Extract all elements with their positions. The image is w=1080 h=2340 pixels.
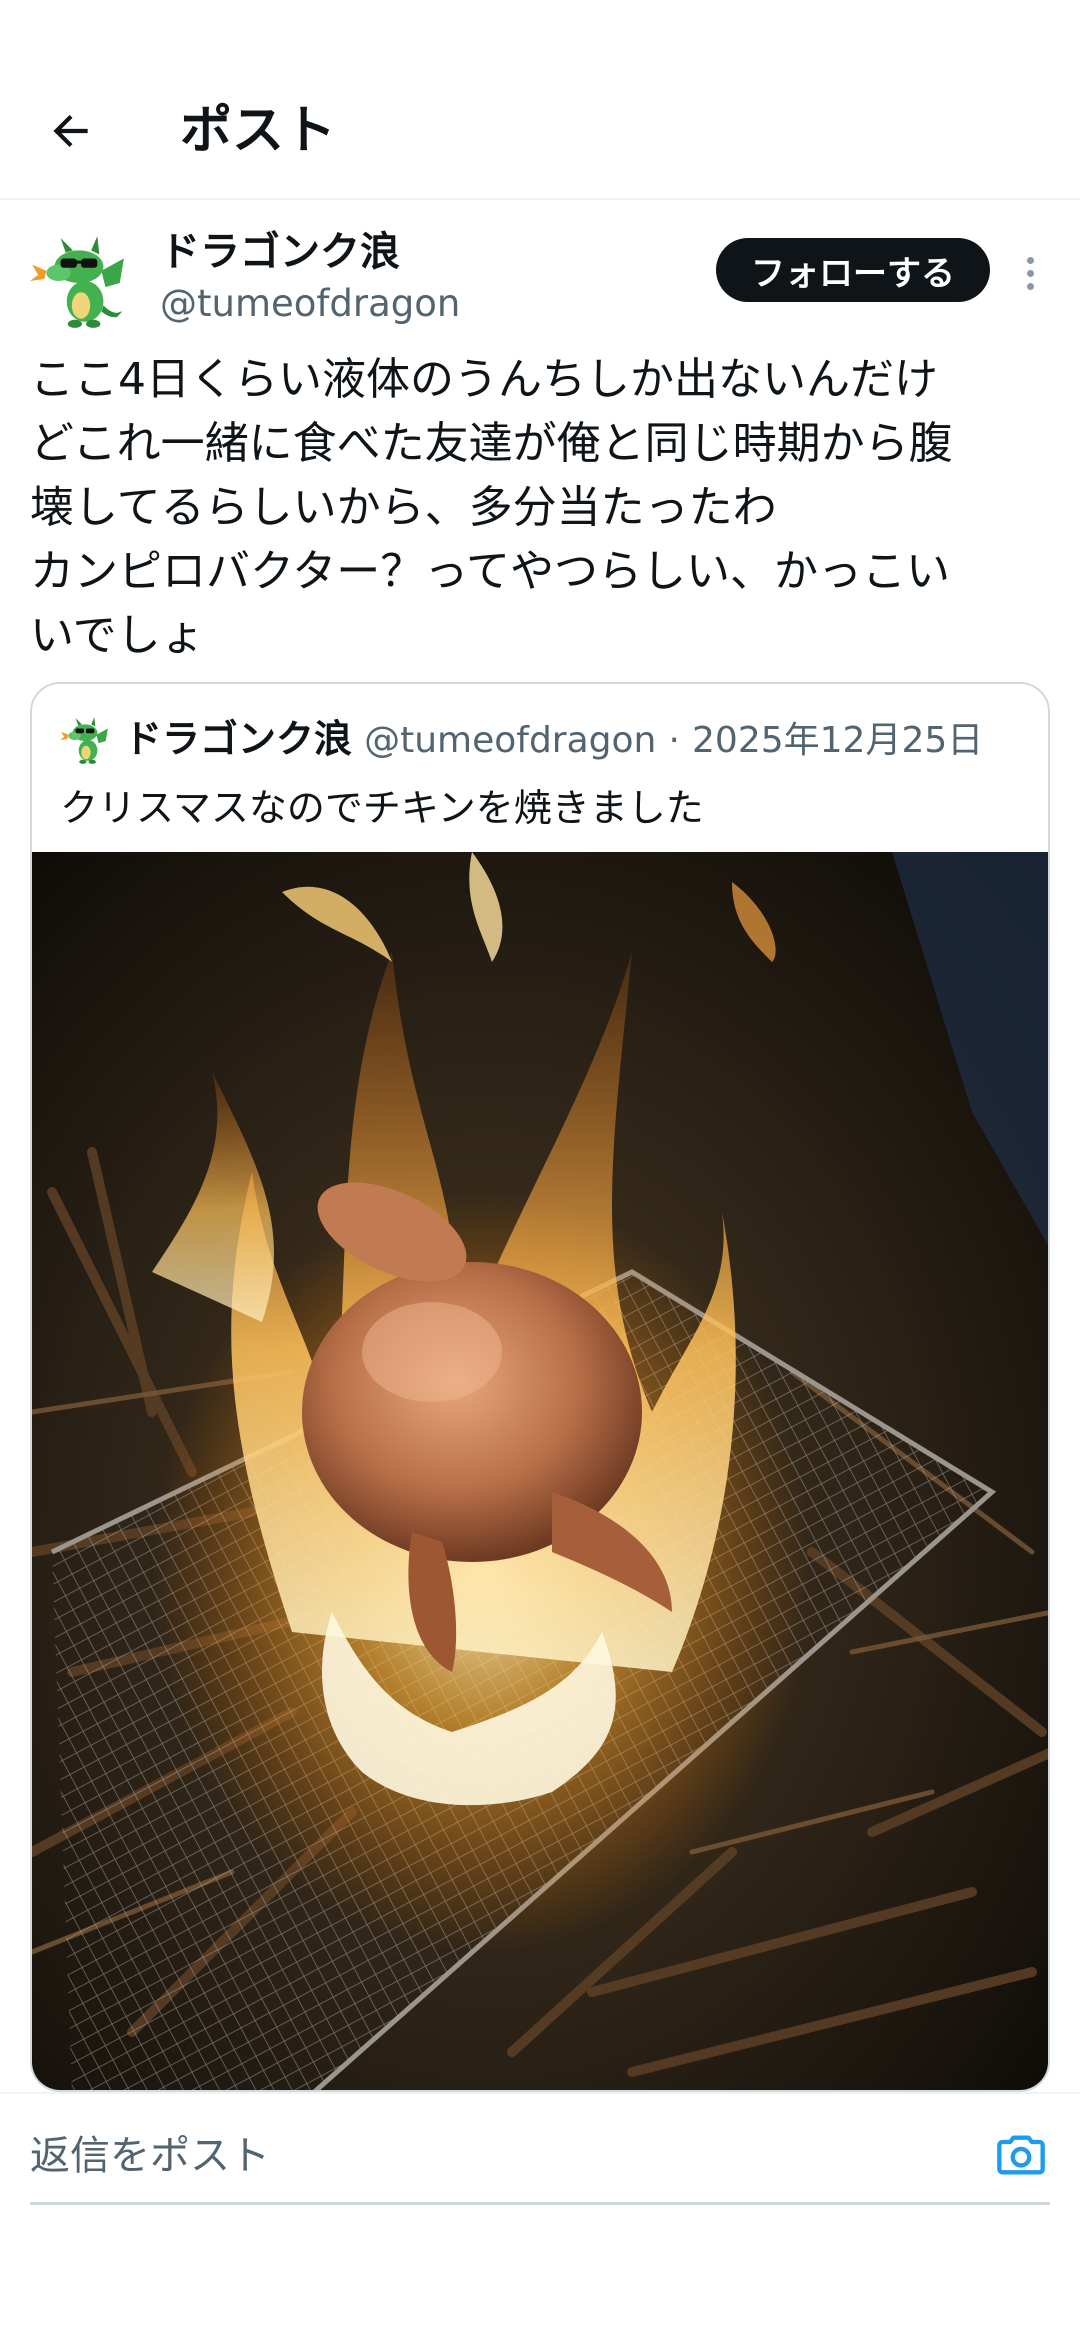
reply-underline <box>30 2202 1050 2205</box>
post-text-line: いでしょ <box>30 610 205 661</box>
dragon-avatar-icon <box>60 714 112 766</box>
quoted-date: 2025年12月25日 <box>692 720 984 761</box>
vertical-dots-icon <box>1026 256 1034 264</box>
post-text-line: カンピロバクター？ってやつらしい、かっこい <box>30 546 951 597</box>
avatar[interactable] <box>30 230 132 332</box>
quoted-text: クリスマスなのでチキンを焼きました <box>60 786 704 830</box>
post-text-line: ここ4日くらい液体のうんちしか出ないんだけ <box>30 354 938 405</box>
more-options-button[interactable] <box>1010 248 1050 298</box>
author-display-name[interactable]: ドラゴンク浪 <box>160 226 400 278</box>
quoted-display-name: ドラゴンク浪 <box>124 717 353 761</box>
arrow-left-icon <box>53 114 88 148</box>
quoted-avatar <box>60 714 112 766</box>
post-body: ここ4日くらい液体のうんちしか出ないんだけ どこれ一緒に食べた友達が俺と同じ時期… <box>30 348 1050 668</box>
vertical-dots-icon <box>1026 282 1034 290</box>
campfire-chicken-photo <box>32 852 1048 2090</box>
camera-button[interactable] <box>990 2124 1052 2186</box>
vertical-dots-icon <box>1026 269 1034 277</box>
quoted-header: ドラゴンク浪 @tumeofdragon · 2025年12月25日 <box>124 708 983 772</box>
follow-button[interactable]: フォローする <box>716 238 990 302</box>
quoted-separator: · <box>668 720 680 761</box>
quoted-post[interactable]: ドラゴンク浪 @tumeofdragon · 2025年12月25日 クリスマス… <box>30 682 1050 2092</box>
camera-icon <box>997 2135 1045 2175</box>
reply-bar: 返信をポスト <box>0 2092 1080 2205</box>
post-text-line: 壊してるらしいから、多分当たったわ <box>30 482 777 533</box>
dragon-avatar-icon <box>30 230 132 332</box>
page-title: ポスト <box>180 101 337 161</box>
post-text-line: どこれ一緒に食べた友達が俺と同じ時期から腹 <box>30 418 953 469</box>
quoted-handle: @tumeofdragon <box>364 720 657 761</box>
quoted-photo[interactable] <box>32 852 1048 2090</box>
top-bar: ポスト <box>0 0 1080 200</box>
author-handle[interactable]: @tumeofdragon <box>160 280 460 328</box>
reply-input[interactable]: 返信をポスト <box>30 2130 270 2182</box>
back-button[interactable] <box>36 96 106 166</box>
